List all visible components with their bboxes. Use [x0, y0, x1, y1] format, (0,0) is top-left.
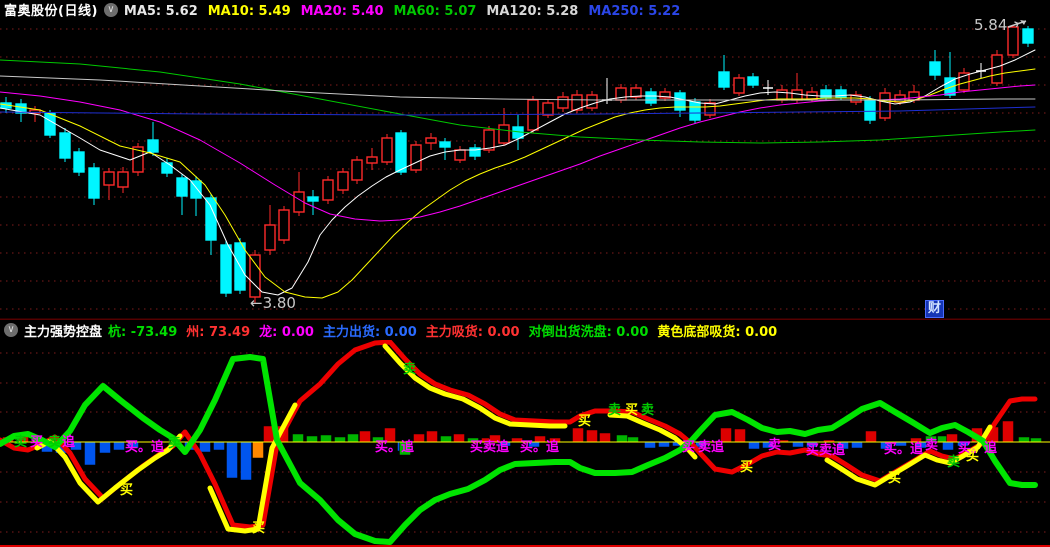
svg-text:买: 买	[625, 403, 638, 418]
svg-text:卖: 卖	[403, 361, 416, 377]
indicator-field: 黄色底部吸货: 0.00	[657, 324, 778, 340]
price-chart-header: 富奥股份(日线) ∨ MA5: 5.62 MA10: 5.49 MA20: 5.40…	[0, 0, 1050, 19]
ma-label: MA120: 5.28	[486, 4, 579, 19]
svg-text:买: 买	[578, 414, 591, 429]
svg-text:卖: 卖	[925, 437, 938, 453]
svg-text:买: 买	[120, 483, 133, 498]
svg-text:卖: 卖	[947, 454, 960, 470]
svg-text:卖追: 卖追	[698, 439, 725, 455]
ma-label: MA20: 5.40	[300, 4, 384, 19]
indicator-header: ∨ 主力强势控盘 杭: -73.49 州: 73.49 龙: 0.00 主力出货: 0…	[0, 319, 1050, 340]
svg-text:买: 买	[888, 471, 901, 486]
low-arrow-icon: ←	[250, 294, 263, 312]
ma-legend: MA5: 5.62 MA10: 5.49 MA20: 5.40 MA60: 5.07 M…	[124, 0, 690, 19]
svg-text:卖: 卖	[768, 437, 781, 453]
svg-text:买。追: 买。追	[125, 439, 165, 455]
symbol-title: 富奥股份(日线)	[4, 4, 98, 19]
svg-text:卖: 卖	[641, 402, 654, 418]
svg-text:买: 买	[740, 460, 753, 475]
svg-text:卖: 卖	[168, 435, 181, 451]
cai-watermark-badge: 财	[925, 300, 945, 318]
indicator-values: 杭: -73.49 州: 73.49 龙: 0.00 主力出货: 0.00 主力吸货: …	[108, 321, 786, 340]
svg-text:买。追: 买。追	[884, 441, 924, 457]
indicator-field: 主力出货: 0.00	[322, 324, 417, 340]
indicator-title: 主力强势控盘	[24, 324, 103, 340]
ma-label: MA60: 5.07	[393, 4, 477, 19]
ma-label: MA10: 5.49	[207, 4, 291, 19]
svg-text:买: 买	[252, 521, 265, 536]
ma-label: MA5: 5.62	[123, 4, 198, 19]
indicator-field: 杭: -73.49	[108, 324, 178, 340]
indicator-field: 龙: 0.00	[259, 324, 314, 340]
svg-text:买: 买	[682, 440, 695, 455]
svg-text:追: 追	[62, 434, 76, 450]
svg-text:卖: 卖	[48, 434, 61, 450]
svg-text:卖: 卖	[14, 434, 27, 450]
candlestick-chart[interactable]	[0, 0, 1050, 320]
svg-text:买。追: 买。追	[520, 439, 560, 455]
svg-text:买卖追: 买卖追	[806, 442, 846, 458]
indicator-field: 对倒出货洗盘: 0.00	[528, 324, 649, 340]
indicator-field: 州: 73.49	[186, 324, 251, 340]
svg-text:买: 买	[30, 435, 43, 450]
svg-text:卖: 卖	[608, 402, 621, 418]
price-low-label: ←3.80	[250, 294, 296, 312]
indicator-chart[interactable]: 卖买卖追买买。追 卖买买。追卖买卖追 买。追买卖买卖买 卖追买卖 买卖追 买。追买卖卖买。…	[0, 340, 1050, 547]
svg-text:买。追: 买。追	[375, 439, 415, 455]
chevron-down-icon[interactable]: ∨	[4, 323, 18, 337]
indicator-field: 主力吸货: 0.00	[425, 324, 520, 340]
svg-text:买: 买	[966, 449, 979, 464]
ma-label: MA250: 5.22	[588, 4, 681, 19]
trading-app-window: 富奥股份(日线) ∨ MA5: 5.62 MA10: 5.49 MA20: 5.40…	[0, 0, 1050, 547]
chevron-down-icon[interactable]: ∨	[103, 2, 118, 17]
svg-text:买卖追: 买卖追	[470, 439, 510, 455]
